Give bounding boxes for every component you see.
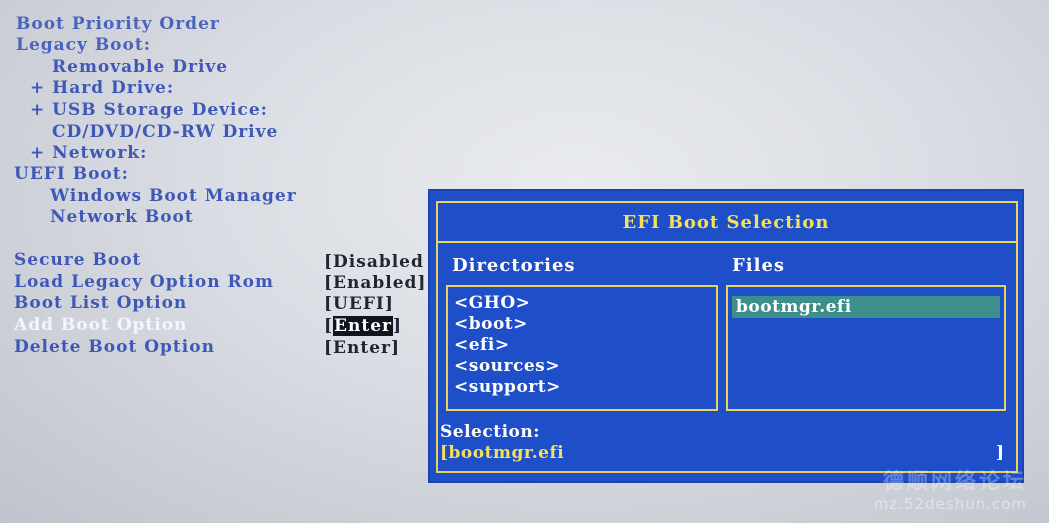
network-boot-item[interactable]: Network Boot: [50, 207, 194, 228]
network-item[interactable]: + Network:: [30, 143, 147, 164]
boot-priority-order-label: Boot Priority Order: [16, 14, 220, 34]
load-legacy-option-rom-value[interactable]: [Enabled]: [324, 273, 426, 294]
uefi-boot-label: UEFI Boot:: [14, 164, 129, 184]
add-boot-option-open-bracket: [: [324, 316, 334, 336]
windows-boot-manager-item[interactable]: Windows Boot Manager: [50, 186, 297, 207]
legacy-boot-label: Legacy Boot:: [16, 35, 151, 55]
secure-boot-value[interactable]: [Disabled: [324, 252, 424, 273]
boot-list-option-value[interactable]: [UEFI]: [324, 294, 394, 315]
selection-close-bracket: ]: [996, 443, 1005, 463]
directory-item[interactable]: <sources>: [454, 356, 560, 377]
directory-item[interactable]: <GHO>: [454, 293, 530, 314]
efi-boot-selection-dialog: EFI Boot Selection Directories Files <GH…: [430, 191, 1022, 481]
directories-list[interactable]: <GHO> <boot> <efi> <sources> <support>: [446, 285, 718, 411]
directory-item[interactable]: <boot>: [454, 314, 528, 335]
watermark-url: mz.52deshun.com: [873, 495, 1027, 513]
usb-storage-item[interactable]: + USB Storage Device:: [30, 100, 268, 121]
directory-item[interactable]: <efi>: [454, 335, 510, 356]
removable-drive-item[interactable]: Removable Drive: [52, 57, 228, 78]
files-header: Files: [732, 255, 786, 276]
file-item-selected[interactable]: bootmgr.efi: [736, 297, 852, 318]
add-boot-option-enter-highlight[interactable]: Enter: [333, 316, 393, 336]
hard-drive-item[interactable]: + Hard Drive:: [30, 78, 174, 99]
dialog-title: EFI Boot Selection: [622, 212, 830, 233]
add-boot-option-label[interactable]: Add Boot Option: [14, 315, 187, 336]
load-legacy-option-rom-label[interactable]: Load Legacy Option Rom: [14, 272, 274, 293]
delete-boot-option-value[interactable]: [Enter]: [324, 338, 400, 359]
cd-dvd-drive-item[interactable]: CD/DVD/CD-RW Drive: [52, 122, 278, 143]
add-boot-option-close-bracket: ]: [393, 316, 403, 336]
secure-boot-label[interactable]: Secure Boot: [14, 250, 141, 271]
selection-value[interactable]: [bootmgr.efi: [440, 443, 564, 463]
files-list[interactable]: bootmgr.efi: [726, 285, 1006, 411]
boot-list-option-label[interactable]: Boot List Option: [14, 293, 187, 314]
directories-header: Directories: [452, 255, 576, 276]
selection-label: Selection:: [440, 422, 541, 442]
delete-boot-option-label[interactable]: Delete Boot Option: [14, 337, 215, 358]
watermark-site-name: 德顺网络论坛: [883, 469, 1027, 493]
directory-item[interactable]: <support>: [454, 377, 561, 398]
title-divider: [436, 241, 1018, 243]
add-boot-option-value[interactable]: [Enter]: [324, 316, 402, 337]
